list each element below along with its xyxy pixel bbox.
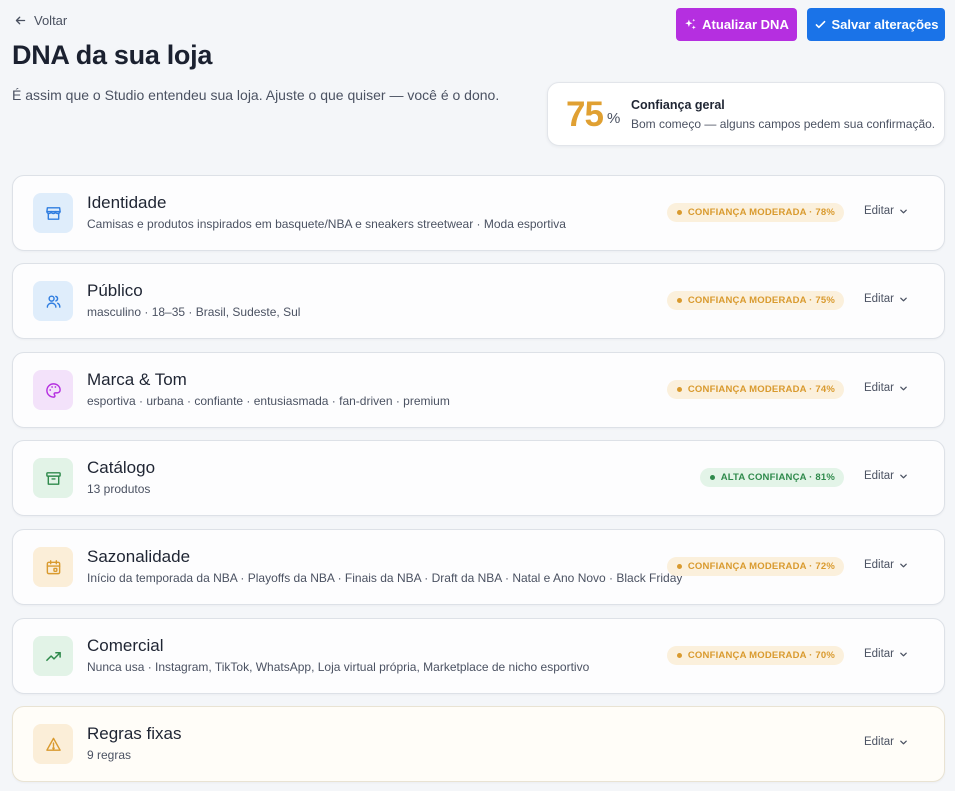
badge-dot (709, 475, 715, 480)
section-regras-fixas: Regras fixas 9 regras Editar (12, 706, 945, 782)
edit-label: Editar (863, 470, 894, 482)
edit-catalogo-button[interactable]: Editar (864, 470, 908, 482)
chevron-down-icon (900, 209, 907, 213)
overall-confidence-card: 75 % Confiança geral Bom começo — alguns… (547, 82, 945, 146)
section-description: Nunca usa · Instagram, TikTok, WhatsApp,… (87, 660, 590, 674)
back-label: Voltar (34, 13, 68, 28)
sparkles-icon (685, 18, 696, 30)
section-icon-box (33, 281, 73, 321)
section-description: masculino · 18–35 · Brasil, Sudeste, Sul (87, 305, 301, 319)
edit-regras-fixas-button[interactable]: Editar (864, 736, 908, 748)
edit-label: Editar (863, 648, 894, 660)
store-icon (45, 206, 61, 220)
section-title: Catálogo (87, 458, 156, 477)
section-title: Regras fixas (87, 724, 182, 743)
badge-label: CONFIANÇA MODERADA · 78% (687, 207, 835, 218)
badge-label: CONFIANÇA MODERADA · 74% (687, 384, 835, 395)
badge-label: CONFIANÇA MODERADA · 75% (687, 295, 835, 306)
edit-comercial-button[interactable]: Editar (864, 648, 908, 660)
trending-up-icon (45, 651, 61, 661)
badge-dot (676, 210, 682, 215)
confidence-badge: CONFIANÇA MODERADA · 75% (666, 291, 844, 310)
section-description: 13 produtos (87, 482, 151, 496)
section-marca-tom: Marca & Tom esportiva · urbana · confian… (12, 352, 945, 428)
chevron-down-icon (900, 563, 907, 567)
page-subtitle: É assim que o Studio entendeu sua loja. … (12, 87, 500, 103)
section-description: Camisas e produtos inspirados em basquet… (87, 217, 566, 231)
section-icon-box (33, 193, 73, 233)
check-icon (815, 20, 825, 29)
badge-label: CONFIANÇA MODERADA · 70% (687, 650, 835, 661)
section-catalogo: Catálogo 13 produtos ALTA CONFIANÇA · 81… (12, 440, 945, 516)
section-title: Marca & Tom (87, 370, 187, 389)
palette-icon (45, 382, 61, 398)
refresh-dna-button[interactable]: Atualizar DNA (676, 8, 797, 41)
section-icon-box (33, 724, 73, 764)
chevron-down-icon (900, 740, 907, 744)
chevron-down-icon (900, 474, 907, 478)
confidence-badge: CONFIANÇA MODERADA · 78% (666, 203, 844, 222)
confidence-badge: ALTA CONFIANÇA · 81% (699, 468, 844, 487)
edit-label: Editar (863, 559, 894, 571)
confidence-badge: CONFIANÇA MODERADA · 70% (666, 646, 844, 665)
chevron-down-icon (900, 386, 907, 390)
section-sazonalidade: Sazonalidade Início da temporada da NBA … (12, 529, 945, 605)
arrow-left-icon (15, 16, 26, 25)
section-publico: Público masculino · 18–35 · Brasil, Sude… (12, 263, 945, 339)
section-title: Sazonalidade (87, 547, 191, 566)
section-description: esportiva · urbana · confiante · entusia… (87, 394, 450, 408)
badge-dot (676, 298, 682, 303)
edit-label: Editar (863, 293, 894, 305)
section-icon-box (33, 370, 73, 410)
badge-dot (676, 653, 682, 658)
warning-icon (45, 737, 61, 751)
edit-label: Editar (863, 736, 894, 748)
confidence-title: Confiança geral (631, 98, 725, 112)
chevron-down-icon (900, 652, 907, 656)
section-comercial: Comercial Nunca usa · Instagram, TikTok,… (12, 618, 945, 694)
chevron-down-icon (900, 297, 907, 301)
badge-label: CONFIANÇA MODERADA · 72% (687, 561, 835, 572)
section-title: Identidade (87, 193, 167, 212)
section-description: Início da temporada da NBA · Playoffs da… (87, 571, 683, 585)
confidence-badge: CONFIANÇA MODERADA · 72% (666, 557, 844, 576)
calendar-icon (46, 559, 60, 574)
archive-icon (45, 471, 61, 485)
badge-dot (676, 564, 682, 569)
page-title: DNA da sua loja (12, 40, 213, 70)
section-description: 9 regras (87, 748, 132, 762)
save-changes-button[interactable]: Salvar alterações (807, 8, 945, 41)
badge-dot (676, 387, 682, 392)
edit-label: Editar (863, 382, 894, 394)
section-icon-box (33, 458, 73, 498)
section-identidade: Identidade Camisas e produtos inspirados… (12, 175, 945, 251)
confidence-value: 75 (566, 95, 604, 134)
users-icon (46, 295, 61, 308)
section-icon-box (33, 636, 73, 676)
back-link[interactable]: Voltar (14, 13, 67, 28)
section-title: Comercial (87, 636, 164, 655)
edit-identidade-button[interactable]: Editar (864, 205, 908, 217)
confidence-unit: % (607, 110, 621, 127)
section-icon-box (33, 547, 73, 587)
confidence-badge: CONFIANÇA MODERADA · 74% (666, 380, 844, 399)
edit-publico-button[interactable]: Editar (864, 293, 908, 305)
edit-label: Editar (863, 205, 894, 217)
edit-sazonalidade-button[interactable]: Editar (864, 559, 908, 571)
save-changes-label: Salvar alterações (831, 17, 939, 32)
badge-label: ALTA CONFIANÇA · 81% (720, 472, 835, 483)
refresh-dna-label: Atualizar DNA (702, 17, 789, 32)
edit-marca-tom-button[interactable]: Editar (864, 382, 908, 394)
section-title: Público (87, 281, 143, 300)
confidence-description: Bom começo — alguns campos pedem sua con… (631, 117, 936, 131)
